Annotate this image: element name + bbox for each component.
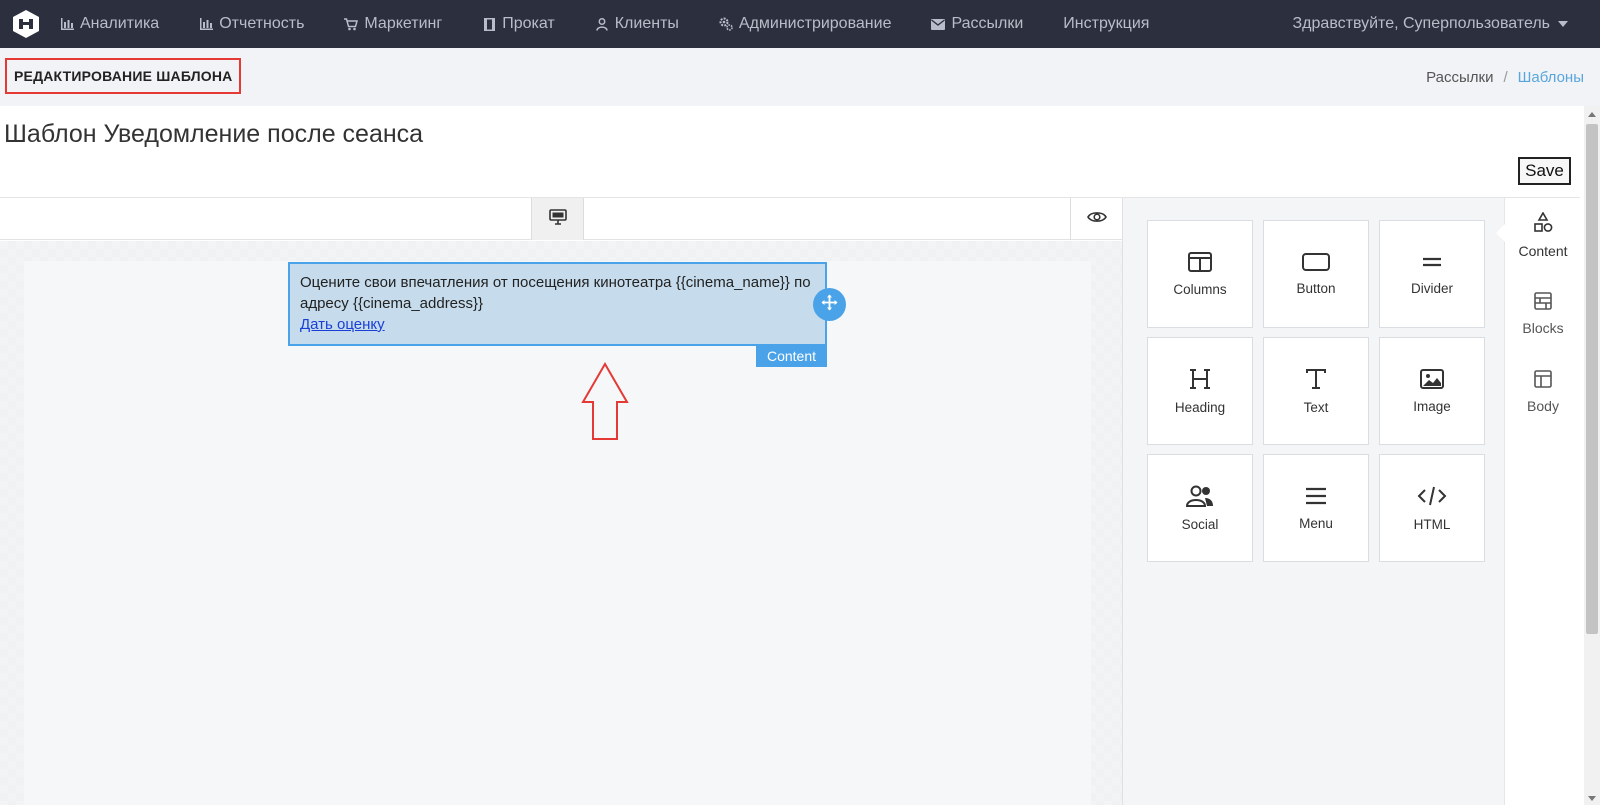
divider-icon [1421, 253, 1443, 271]
heading-icon [1189, 368, 1211, 390]
template-title: Шаблон Уведомление после сеанса [4, 120, 424, 148]
nav-item-label: Маркетинг [364, 15, 443, 32]
selected-content-block[interactable]: Оцените свои впечатления от посещения ки… [288, 262, 827, 346]
scroll-up-icon[interactable] [1588, 112, 1596, 117]
tab-content[interactable]: Content [1505, 211, 1581, 259]
nav-item-label: Клиенты [614, 15, 679, 32]
tool-label: Heading [1174, 399, 1226, 415]
tool-label: Text [1303, 399, 1329, 415]
tool-social[interactable]: Social [1147, 454, 1253, 562]
bar-chart-icon [60, 17, 74, 31]
user-menu[interactable]: Здравствуйте, Суперпользователь [1293, 0, 1568, 48]
breadcrumb-item-mailings[interactable]: Рассылки [1426, 69, 1493, 86]
nav-item-analytics[interactable]: Аналитика [52, 0, 179, 48]
menu-icon [1305, 486, 1327, 506]
bar-chart-icon [199, 17, 213, 31]
nav-item-label: Прокат [502, 15, 555, 32]
canvas-toolbar [0, 198, 1122, 240]
user-icon [595, 17, 609, 31]
tab-label: Blocks [1522, 320, 1564, 336]
app-logo[interactable] [0, 0, 52, 48]
tab-label: Content [1518, 243, 1568, 259]
nav-item-administration[interactable]: Администрирование [699, 0, 912, 48]
nav-item-label: Аналитика [80, 15, 160, 32]
social-icon [1186, 485, 1214, 507]
tool-menu[interactable]: Menu [1263, 454, 1369, 562]
breadcrumb-separator: / [1503, 68, 1508, 86]
monitor-icon [548, 208, 567, 230]
nav-item-label: Рассылки [951, 15, 1024, 32]
tab-label: Body [1527, 398, 1559, 414]
active-tab-pointer [1496, 224, 1505, 242]
content-block-tag: Content [756, 345, 827, 367]
tool-text[interactable]: Text [1263, 337, 1369, 445]
chevron-down-icon [1558, 21, 1568, 27]
tool-label: HTML [1413, 516, 1451, 532]
tools-panel: Columns Button Divider Heading Text Imag… [1122, 198, 1504, 805]
tool-label: Image [1413, 398, 1451, 414]
breadcrumb: Рассылки / Шаблоны [1426, 48, 1584, 106]
shapes-icon [1533, 211, 1553, 237]
desktop-view-button[interactable] [531, 198, 584, 240]
film-icon [482, 17, 496, 31]
tool-heading[interactable]: Heading [1147, 337, 1253, 445]
scroll-thumb[interactable] [1586, 124, 1598, 634]
top-navbar: Аналитика Отчетность Маркетинг Прокат Кл… [0, 0, 1600, 48]
tool-label: Button [1296, 280, 1336, 296]
layout-icon [1533, 369, 1553, 392]
tab-blocks[interactable]: Blocks [1505, 291, 1581, 336]
page-scrollbar[interactable] [1584, 106, 1600, 805]
block-text: Оцените свои впечатления от посещения ки… [300, 274, 811, 312]
blocks-icon [1533, 291, 1553, 314]
tool-label: Menu [1299, 515, 1333, 531]
tool-button[interactable]: Button [1263, 220, 1369, 328]
page-header-bar: РЕДАКТИРОВАНИЕ ШАБЛОНА Рассылки / Шаблон… [0, 48, 1600, 106]
nav-item-label: Инструкция [1063, 15, 1150, 32]
tool-label: Divider [1410, 280, 1453, 296]
nav-item-rental[interactable]: Прокат [462, 0, 575, 48]
user-greeting: Здравствуйте, Суперпользователь [1292, 15, 1550, 32]
tab-body[interactable]: Body [1505, 369, 1581, 414]
annotation-arrow-up-icon [580, 362, 630, 447]
breadcrumb-item-templates[interactable]: Шаблоны [1518, 69, 1584, 86]
code-icon [1417, 485, 1447, 507]
move-icon [821, 294, 838, 316]
nav-item-reports[interactable]: Отчетность [179, 0, 324, 48]
side-tabs: Content Blocks Body [1496, 198, 1581, 805]
tool-html[interactable]: HTML [1379, 454, 1485, 562]
columns-icon [1188, 251, 1212, 272]
nav-item-label: Отчетность [219, 15, 305, 32]
nav-item-label: Администрирование [738, 15, 892, 32]
nav-item-clients[interactable]: Клиенты [575, 0, 699, 48]
button-icon [1302, 252, 1330, 271]
nav-item-mailings[interactable]: Рассылки [911, 0, 1043, 48]
save-button[interactable]: Save [1518, 157, 1571, 185]
nav-item-marketing[interactable]: Маркетинг [324, 0, 462, 48]
nav-item-instructions[interactable]: Инструкция [1043, 0, 1169, 48]
image-icon [1420, 368, 1444, 389]
tool-divider[interactable]: Divider [1379, 220, 1485, 328]
rate-link[interactable]: Дать оценку [300, 316, 385, 333]
gears-icon [719, 17, 733, 31]
text-icon [1305, 368, 1327, 390]
preview-button[interactable] [1070, 198, 1122, 240]
tool-label: Social [1181, 516, 1219, 532]
eye-icon [1086, 210, 1107, 229]
scroll-down-icon[interactable] [1588, 796, 1596, 801]
drag-handle[interactable] [813, 288, 846, 321]
tool-image[interactable]: Image [1379, 337, 1485, 445]
envelope-icon [931, 17, 946, 31]
page-heading: РЕДАКТИРОВАНИЕ ШАБЛОНА [5, 58, 242, 94]
tool-columns[interactable]: Columns [1147, 220, 1253, 328]
cart-icon [344, 17, 359, 31]
tool-label: Columns [1173, 281, 1227, 297]
